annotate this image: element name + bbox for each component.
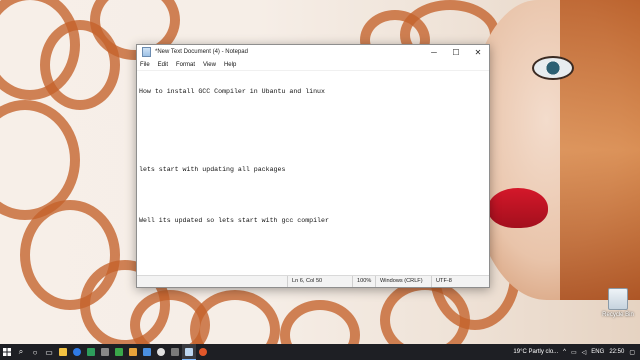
notification-icon[interactable]: ▢ xyxy=(629,349,635,356)
app-icon xyxy=(129,348,137,356)
task-view-button[interactable]: ▭ xyxy=(42,344,56,360)
recycle-bin-shortcut[interactable]: Recycle Bin xyxy=(600,288,636,318)
app-icon xyxy=(171,348,179,356)
window-title: *New Text Document (4) - Notepad xyxy=(155,49,248,55)
volume-icon[interactable]: ◁ xyxy=(582,349,587,356)
clock[interactable]: 22:50 xyxy=(609,349,624,355)
text-editor[interactable]: How to install GCC Compiler in Ubantu an… xyxy=(137,70,489,275)
text-line xyxy=(139,114,489,123)
taskbar-app[interactable] xyxy=(168,344,182,360)
menu-bar: File Edit Format View Help xyxy=(137,59,489,70)
text-line xyxy=(139,140,489,149)
text-line: How to install GCC Compiler in Ubantu an… xyxy=(139,88,325,96)
status-bar: Ln 6, Col 50 100% Windows (CRLF) UTF-8 xyxy=(137,275,489,287)
taskbar-app[interactable] xyxy=(126,344,140,360)
search-button[interactable]: ⌕ xyxy=(14,344,28,360)
taskbar-app[interactable] xyxy=(70,344,84,360)
taskbar-app[interactable] xyxy=(154,344,168,360)
cursor-position: Ln 6, Col 50 xyxy=(287,276,352,287)
app-icon xyxy=(87,348,95,356)
line-endings: Windows (CRLF) xyxy=(375,276,430,287)
language-indicator[interactable]: ENG xyxy=(591,349,604,355)
chrome-icon xyxy=(157,348,165,356)
maximize-button[interactable]: ☐ xyxy=(445,45,467,59)
encoding: UTF-8 xyxy=(431,276,476,287)
start-button[interactable] xyxy=(0,344,14,360)
taskbar-app[interactable] xyxy=(98,344,112,360)
notepad-icon xyxy=(142,47,151,57)
notepad-window: *New Text Document (4) - Notepad ─ ☐ ✕ F… xyxy=(136,44,490,288)
taskbar-app[interactable] xyxy=(56,344,70,360)
menu-file[interactable]: File xyxy=(140,62,150,68)
text-line xyxy=(139,191,489,200)
app-icon xyxy=(199,348,207,356)
menu-view[interactable]: View xyxy=(203,62,216,68)
app-icon xyxy=(143,348,151,356)
minimize-button[interactable]: ─ xyxy=(423,45,445,59)
title-bar[interactable]: *New Text Document (4) - Notepad ─ ☐ ✕ xyxy=(137,45,489,59)
taskbar-app[interactable] xyxy=(196,344,210,360)
windows-icon xyxy=(3,348,11,356)
task-view-icon: ▭ xyxy=(45,347,53,357)
app-icon xyxy=(101,348,109,356)
notepad-icon xyxy=(185,347,193,356)
menu-edit[interactable]: Edit xyxy=(158,62,168,68)
weather-widget[interactable]: 19°C Partly clo... xyxy=(513,349,558,355)
taskbar-app[interactable] xyxy=(84,344,98,360)
taskbar-notepad[interactable] xyxy=(182,344,196,360)
cortana-icon: ○ xyxy=(32,347,38,357)
recycle-bin-label: Recycle Bin xyxy=(602,312,634,318)
recycle-bin-icon xyxy=(608,288,628,310)
system-tray: 19°C Partly clo... ^ ▭ ◁ ENG 22:50 ▢ xyxy=(513,344,640,360)
menu-help[interactable]: Help xyxy=(224,62,236,68)
taskbar: ⌕ ○ ▭ 19°C Partly clo... ^ ▭ ◁ ENG 22:50… xyxy=(0,344,640,360)
app-icon xyxy=(115,348,123,356)
close-button[interactable]: ✕ xyxy=(467,45,489,59)
chevron-up-icon[interactable]: ^ xyxy=(563,349,566,355)
search-icon: ⌕ xyxy=(18,347,24,356)
taskbar-app[interactable] xyxy=(112,344,126,360)
taskbar-app[interactable] xyxy=(140,344,154,360)
file-explorer-icon xyxy=(59,348,67,356)
zoom-level: 100% xyxy=(352,276,377,287)
edge-icon xyxy=(73,348,81,356)
text-line: lets start with updating all packages xyxy=(139,165,286,173)
network-icon[interactable]: ▭ xyxy=(571,349,577,356)
text-line: Well its updated so lets start with gcc … xyxy=(139,217,329,225)
cortana-button[interactable]: ○ xyxy=(28,344,42,360)
menu-format[interactable]: Format xyxy=(176,62,195,68)
text-area[interactable]: How to install GCC Compiler in Ubantu an… xyxy=(139,71,489,275)
